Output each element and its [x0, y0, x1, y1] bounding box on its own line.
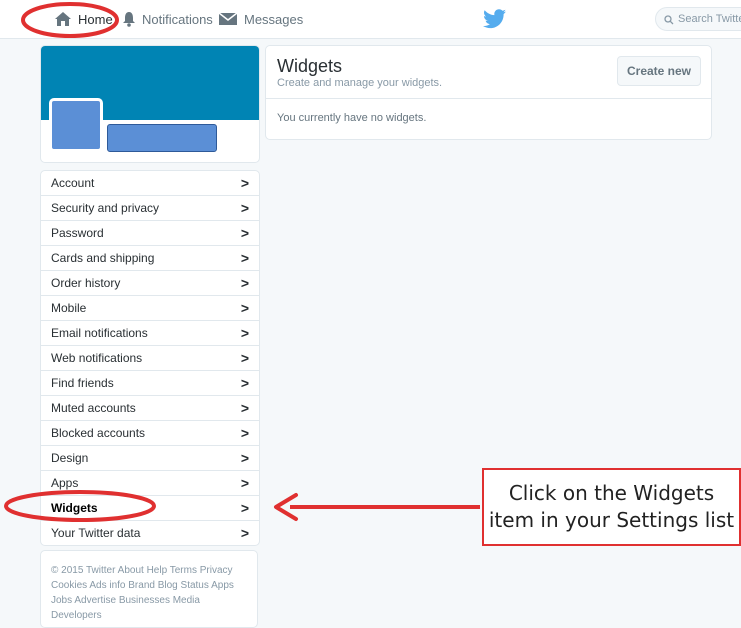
search-input[interactable]: Search Twitter [655, 7, 741, 31]
settings-item-label: Find friends [51, 376, 114, 390]
nav-home[interactable]: Home [54, 0, 113, 38]
settings-item-label: Email notifications [51, 326, 148, 340]
chevron-right-icon: > [240, 250, 249, 266]
chevron-right-icon: > [240, 325, 249, 341]
footer-links[interactable]: © 2015 Twitter About Help Terms Privacy … [40, 550, 258, 628]
settings-item-apps[interactable]: Apps > [41, 471, 259, 496]
search-icon [664, 15, 674, 25]
twitter-bird-icon[interactable] [483, 9, 507, 29]
settings-item-muted-accounts[interactable]: Muted accounts > [41, 396, 259, 421]
settings-item-mobile[interactable]: Mobile > [41, 296, 259, 321]
settings-item-blocked-accounts[interactable]: Blocked accounts > [41, 421, 259, 446]
settings-item-account[interactable]: Account > [41, 171, 259, 196]
chevron-right-icon: > [240, 275, 249, 291]
search-placeholder: Search Twitter [678, 13, 741, 25]
chevron-right-icon: > [240, 400, 249, 416]
chevron-right-icon: > [240, 450, 249, 466]
callout-line-1: Click on the Widgets [508, 481, 715, 505]
page-title: Widgets [277, 56, 343, 76]
chevron-right-icon: > [240, 300, 249, 316]
settings-item-label: Security and privacy [51, 201, 160, 215]
settings-item-find-friends[interactable]: Find friends > [41, 371, 259, 396]
nav-home-label: Home [78, 11, 113, 27]
settings-item-widgets[interactable]: Widgets > [41, 496, 259, 521]
chevron-right-icon: > [240, 200, 249, 216]
settings-item-label: Web notifications [51, 351, 143, 365]
chevron-right-icon: > [240, 350, 249, 366]
profile-name-redacted [107, 124, 217, 152]
settings-item-email-notifications[interactable]: Email notifications > [41, 321, 259, 346]
home-icon [55, 12, 71, 26]
settings-item-label: Design [51, 451, 89, 465]
nav-notifications[interactable]: Notifications [122, 0, 213, 38]
chevron-right-icon: > [240, 175, 249, 191]
empty-state-text: You currently have no widgets. [277, 112, 427, 124]
top-navigation-bar: Home Notifications Messages Search Twitt… [0, 0, 741, 39]
settings-item-design[interactable]: Design > [41, 446, 259, 471]
settings-item-label: Password [51, 226, 104, 240]
nav-messages-label: Messages [244, 11, 304, 27]
chevron-right-icon: > [240, 425, 249, 441]
settings-item-security-and-privacy[interactable]: Security and privacy > [41, 196, 259, 221]
settings-item-label: Order history [51, 276, 121, 290]
settings-item-label: Your Twitter data [51, 526, 141, 540]
callout-line-2: item in your Settings list [488, 508, 735, 532]
chevron-right-icon: > [240, 525, 249, 541]
widgets-panel: Widgets Create and manage your widgets. … [265, 45, 712, 140]
settings-item-your-twitter-data[interactable]: Your Twitter data > [41, 521, 259, 545]
nav-messages[interactable]: Messages [218, 0, 303, 38]
profile-card[interactable] [40, 45, 260, 163]
instruction-callout: Click on the Widgets item in your Settin… [482, 468, 741, 546]
widgets-header: Widgets Create and manage your widgets. … [266, 46, 711, 99]
nav-notifications-label: Notifications [142, 11, 213, 27]
avatar[interactable] [49, 98, 103, 152]
footer-text[interactable]: © 2015 Twitter About Help Terms Privacy … [51, 565, 234, 621]
annotation-arrow-head [274, 493, 298, 521]
chevron-right-icon: > [240, 375, 249, 391]
chevron-right-icon: > [240, 225, 249, 241]
settings-list: Account > Security and privacy > Password >… [40, 170, 260, 546]
settings-item-web-notifications[interactable]: Web notifications > [41, 346, 259, 371]
settings-item-order-history[interactable]: Order history > [41, 271, 259, 296]
settings-item-label: Blocked accounts [51, 426, 146, 440]
settings-item-label: Mobile [51, 301, 87, 315]
chevron-right-icon: > [240, 500, 249, 516]
settings-item-label: Account [51, 176, 95, 190]
bell-icon [123, 12, 135, 27]
settings-item-label: Cards and shipping [51, 251, 155, 265]
settings-item-label: Apps [51, 476, 79, 490]
envelope-icon [218, 12, 238, 25]
settings-item-label: Widgets [51, 501, 98, 515]
settings-item-password[interactable]: Password > [41, 221, 259, 246]
settings-item-label: Muted accounts [51, 401, 136, 415]
settings-item-cards-and-shipping[interactable]: Cards and shipping > [41, 246, 259, 271]
page-subtitle: Create and manage your widgets. [277, 77, 443, 89]
create-new-button[interactable]: Create new [617, 56, 701, 86]
chevron-right-icon: > [240, 475, 249, 491]
